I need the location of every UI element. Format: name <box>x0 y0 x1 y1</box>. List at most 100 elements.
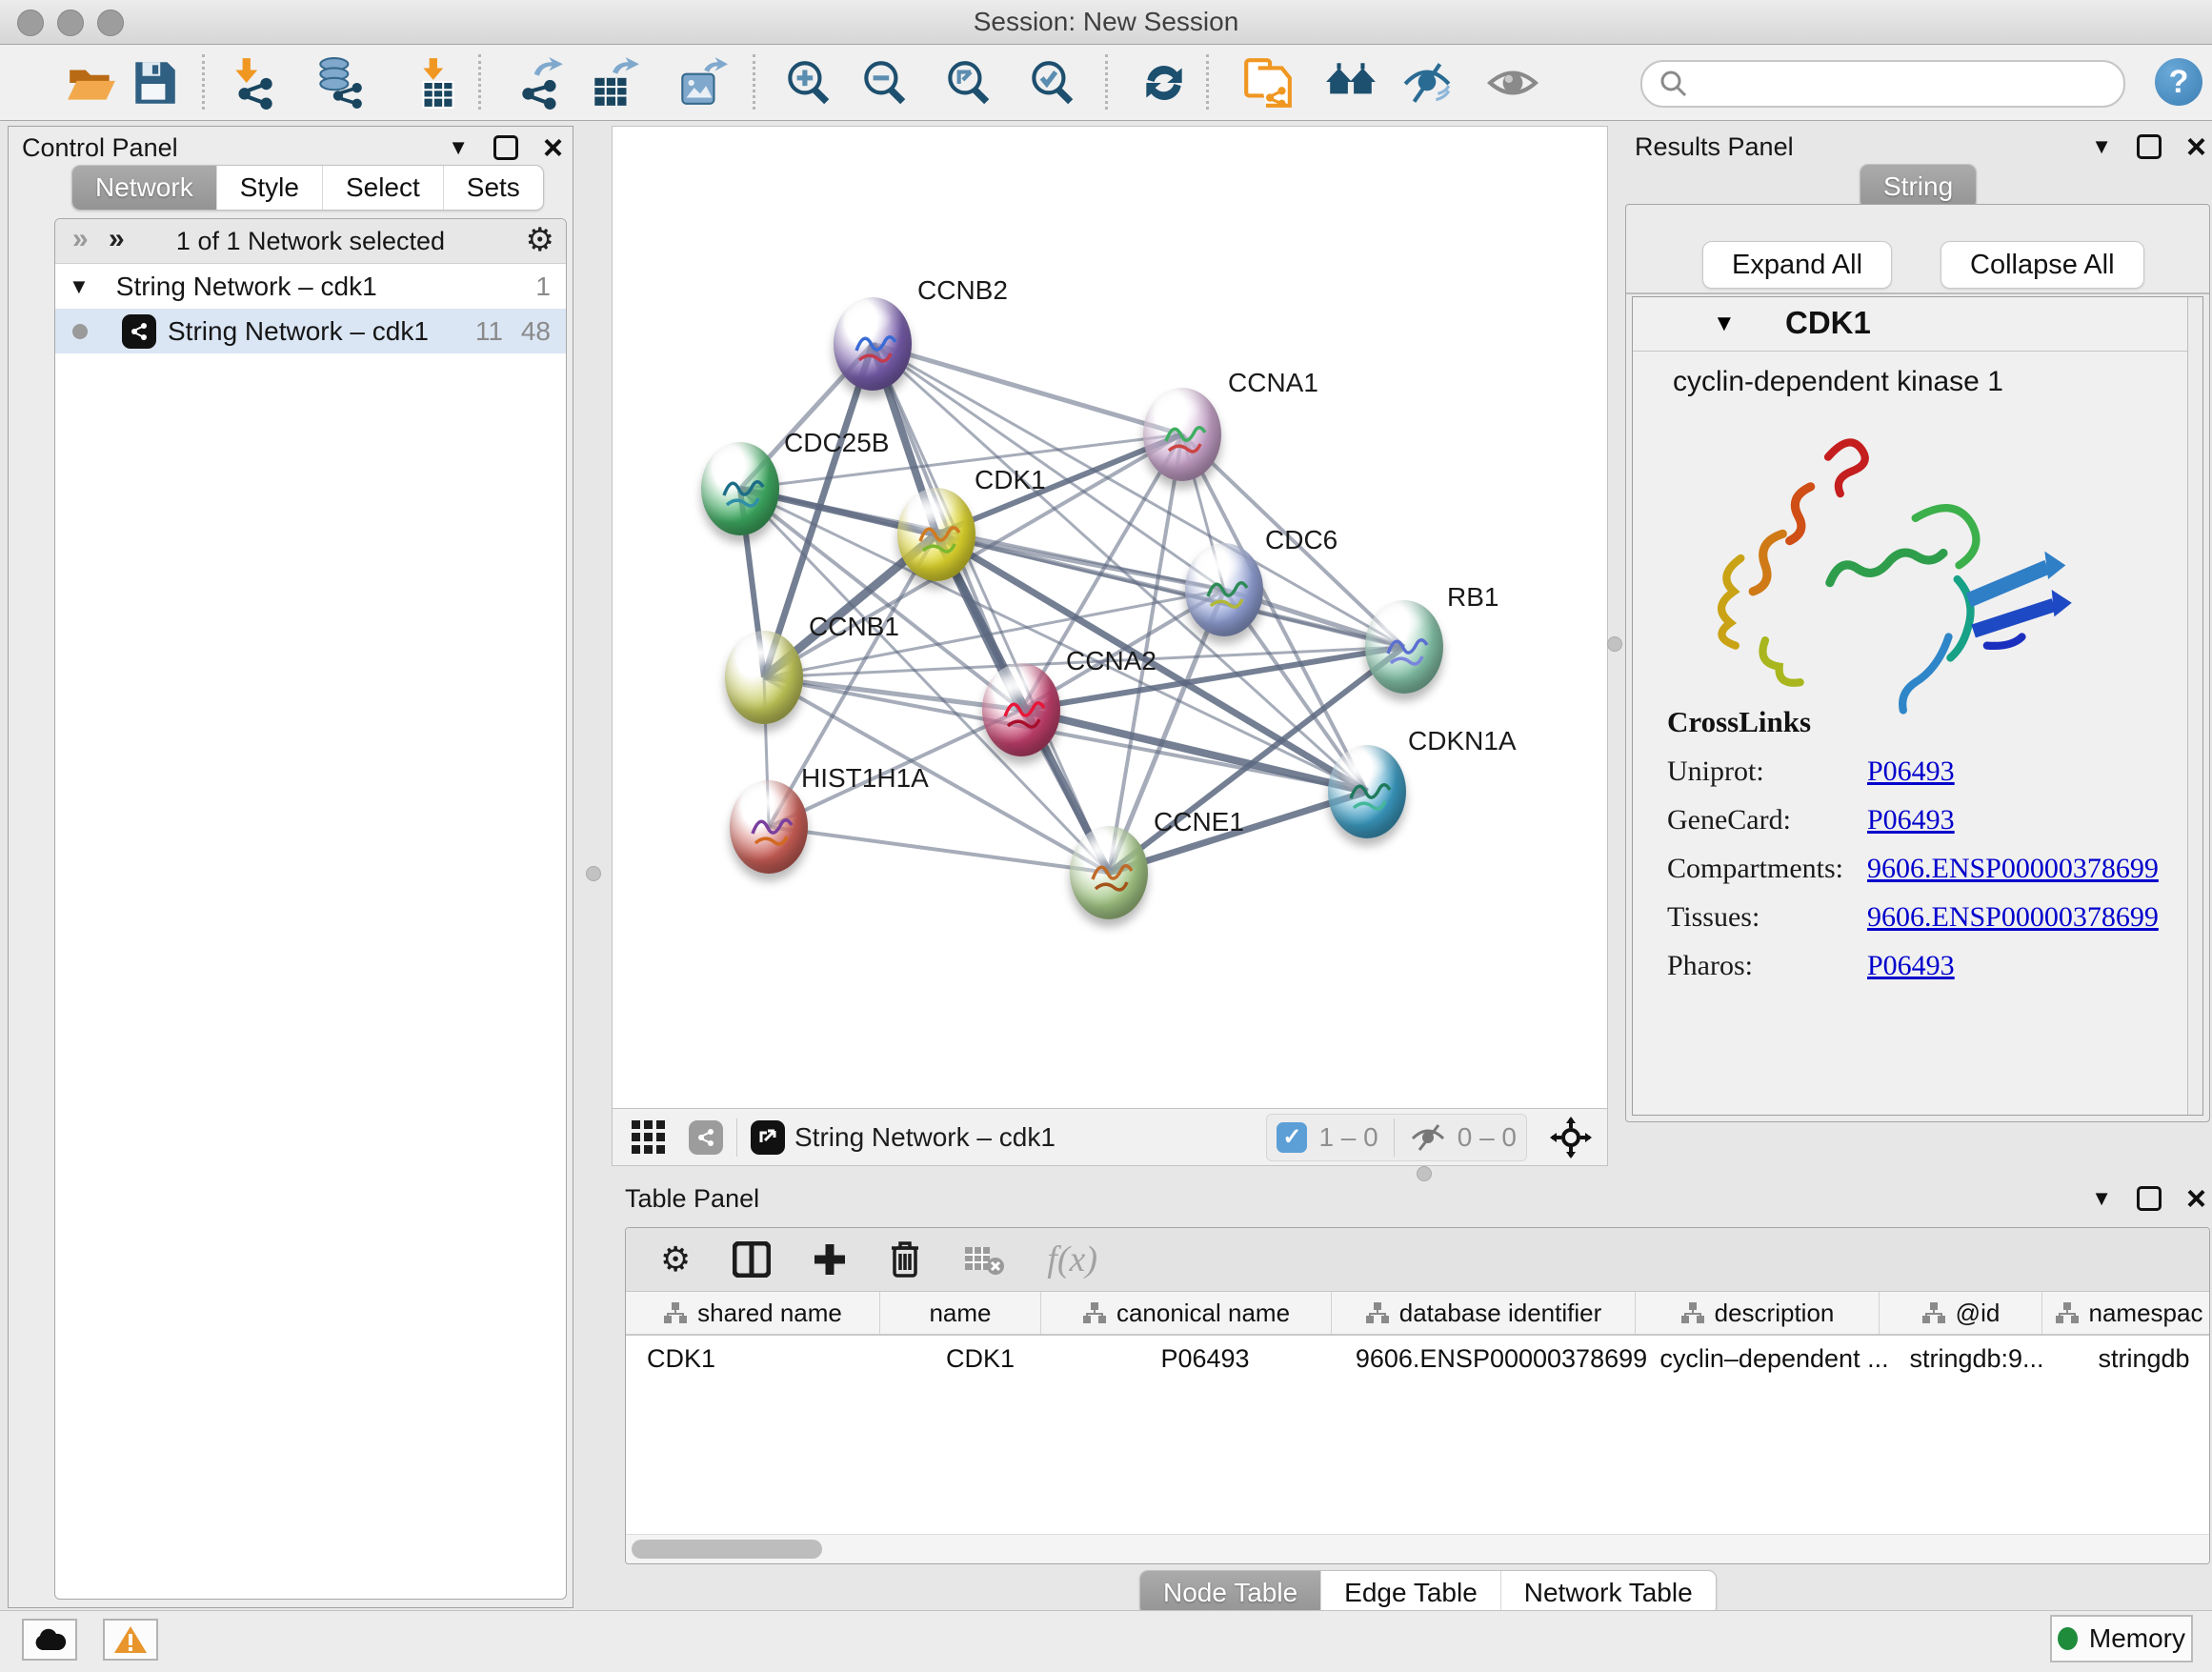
table-row[interactable]: CDK1CDK1P064939606.ENSP00000378699cyclin… <box>626 1336 2209 1381</box>
network-options-gear-icon[interactable]: ⚙ <box>526 221 554 259</box>
zoom-selected-icon <box>1025 56 1078 110</box>
collapse-all-button[interactable]: Collapse All <box>1941 241 2144 289</box>
collection-expander-icon[interactable]: ▼ <box>69 274 90 299</box>
network-node-CDKN1A[interactable] <box>1328 745 1406 838</box>
table-cell[interactable]: CDK1 <box>626 1336 900 1381</box>
open-in-window-icon[interactable] <box>751 1120 785 1155</box>
save-session-button[interactable] <box>124 52 185 113</box>
birdseye-grid-icon[interactable] <box>630 1118 668 1157</box>
panel-menu-icon[interactable]: ▼ <box>2091 1186 2112 1211</box>
panel-close-icon[interactable]: × <box>2186 137 2206 156</box>
delete-column-icon[interactable] <box>889 1240 921 1279</box>
expand-all-button[interactable]: Expand All <box>1702 241 1892 289</box>
panel-menu-icon[interactable]: ▼ <box>2091 134 2112 159</box>
table-cell[interactable]: P06493 <box>1060 1336 1350 1381</box>
tab-edge-table[interactable]: Edge Table <box>1321 1571 1501 1615</box>
zoom-in-button[interactable] <box>777 52 838 113</box>
import-network-database-button[interactable] <box>309 52 370 113</box>
network-node-RB1[interactable] <box>1365 600 1443 694</box>
string-query-button[interactable] <box>1237 52 1297 113</box>
network-node-CCNB1[interactable] <box>725 631 803 724</box>
network-node-CCNA2[interactable] <box>982 663 1060 756</box>
tab-network-table[interactable]: Network Table <box>1501 1571 1716 1615</box>
open-folder-icon <box>65 56 118 110</box>
panel-float-icon[interactable] <box>2137 134 2162 159</box>
help-button[interactable]: ? <box>2155 58 2202 106</box>
network-collection-row[interactable]: ▼ String Network – cdk1 1 <box>55 264 566 309</box>
open-session-button[interactable] <box>61 52 122 113</box>
table-options-gear-icon[interactable]: ⚙ <box>660 1239 691 1279</box>
export-table-button[interactable] <box>583 52 644 113</box>
crosslink-value[interactable]: 9606.ENSP00000378699 <box>1867 853 2159 885</box>
network-node-CDK1[interactable] <box>897 488 975 581</box>
panel-menu-icon[interactable]: ▼ <box>448 135 469 160</box>
table-horizontal-scrollbar[interactable] <box>626 1534 2209 1563</box>
column-header-shared-name[interactable]: shared name <box>626 1292 880 1334</box>
add-column-icon[interactable] <box>813 1242 847 1277</box>
table-cell[interactable]: CDK1 <box>900 1336 1060 1381</box>
status-bar: Memory <box>0 1610 2212 1672</box>
zoom-out-button[interactable] <box>854 52 915 113</box>
table-cell[interactable]: 9606.ENSP00000378699 <box>1350 1336 1653 1381</box>
panel-float-icon[interactable] <box>2137 1186 2162 1211</box>
import-table-file-button[interactable] <box>408 52 469 113</box>
table-cell[interactable]: stringdb:9... <box>1896 1336 2058 1381</box>
crosslink-value[interactable]: P06493 <box>1867 755 1955 788</box>
tab-style[interactable]: Style <box>217 166 323 210</box>
results-scrollbar[interactable] <box>2187 297 2202 1115</box>
network-node-HIST1H1A[interactable] <box>730 780 808 874</box>
delete-table-icon[interactable] <box>963 1243 1005 1276</box>
zoom-selected-button[interactable] <box>1021 52 1082 113</box>
column-header-description[interactable]: description <box>1636 1292 1880 1334</box>
tab-select[interactable]: Select <box>323 166 444 210</box>
tab-node-table[interactable]: Node Table <box>1140 1571 1321 1615</box>
selected-checkbox-icon[interactable]: ✓ <box>1277 1122 1307 1153</box>
panel-close-icon[interactable]: × <box>543 138 563 157</box>
column-header-namespac[interactable]: namespac <box>2042 1292 2210 1334</box>
eye-slash-icon <box>1400 56 1454 110</box>
import-network-file-button[interactable] <box>223 52 284 113</box>
network-canvas[interactable]: CCNB2CCNA1CDC25BCDK1CDC6RB1CCNB1CCNA2CDK… <box>612 126 1608 1109</box>
crosslink-value[interactable]: 9606.ENSP00000378699 <box>1867 901 2159 934</box>
table-cell[interactable]: stringdb <box>2058 1336 2210 1381</box>
panel-close-icon[interactable]: × <box>2186 1189 2206 1208</box>
gene-header-row[interactable]: ▼ CDK1 <box>1633 297 2202 352</box>
network-node-CDC25B[interactable] <box>701 442 779 535</box>
column-header-database-identifier[interactable]: database identifier <box>1332 1292 1636 1334</box>
show-all-button[interactable] <box>1482 52 1543 113</box>
column-header-canonical-name[interactable]: canonical name <box>1041 1292 1332 1334</box>
search-input[interactable] <box>1698 64 2123 104</box>
warnings-button[interactable] <box>103 1619 158 1661</box>
network-node-CCNE1[interactable] <box>1070 826 1148 919</box>
crosslink-value[interactable]: P06493 <box>1867 950 1955 982</box>
pan-crosshair-icon[interactable] <box>1550 1117 1592 1158</box>
network-share-icon[interactable] <box>689 1120 723 1155</box>
tab-sets[interactable]: Sets <box>444 166 543 210</box>
home-networks-button[interactable] <box>1320 52 1381 113</box>
column-header-name[interactable]: name <box>880 1292 1041 1334</box>
cloud-status-button[interactable] <box>22 1619 77 1661</box>
network-row[interactable]: String Network – cdk1 11 48 <box>55 309 566 353</box>
network-node-CDC6[interactable] <box>1185 543 1263 636</box>
crosslink-value[interactable]: P06493 <box>1867 804 1955 836</box>
export-image-button[interactable] <box>671 52 732 113</box>
crosslink-row: Uniprot:P06493 <box>1667 755 2159 788</box>
scrollbar-thumb[interactable] <box>632 1540 822 1559</box>
zoom-fit-button[interactable] <box>937 52 998 113</box>
show-columns-icon[interactable] <box>733 1241 771 1278</box>
splitter-handle[interactable] <box>586 866 601 881</box>
network-node-CCNA1[interactable] <box>1143 388 1221 481</box>
export-network-button[interactable] <box>511 52 572 113</box>
panel-float-icon[interactable] <box>493 135 518 160</box>
gene-collapse-icon[interactable]: ▼ <box>1713 311 1736 337</box>
table-cell[interactable]: cyclin–dependent ... <box>1653 1336 1896 1381</box>
tab-string[interactable]: String <box>1860 165 1976 209</box>
memory-button[interactable]: Memory <box>2050 1615 2193 1662</box>
function-builder-icon[interactable]: f(x) <box>1047 1239 1097 1280</box>
search-field[interactable] <box>1640 60 2125 108</box>
column-header-@id[interactable]: @id <box>1880 1292 2042 1334</box>
tab-network[interactable]: Network <box>72 166 217 210</box>
refresh-button[interactable] <box>1134 52 1195 113</box>
network-node-CCNB2[interactable] <box>834 297 912 391</box>
hide-selected-button[interactable] <box>1397 52 1458 113</box>
